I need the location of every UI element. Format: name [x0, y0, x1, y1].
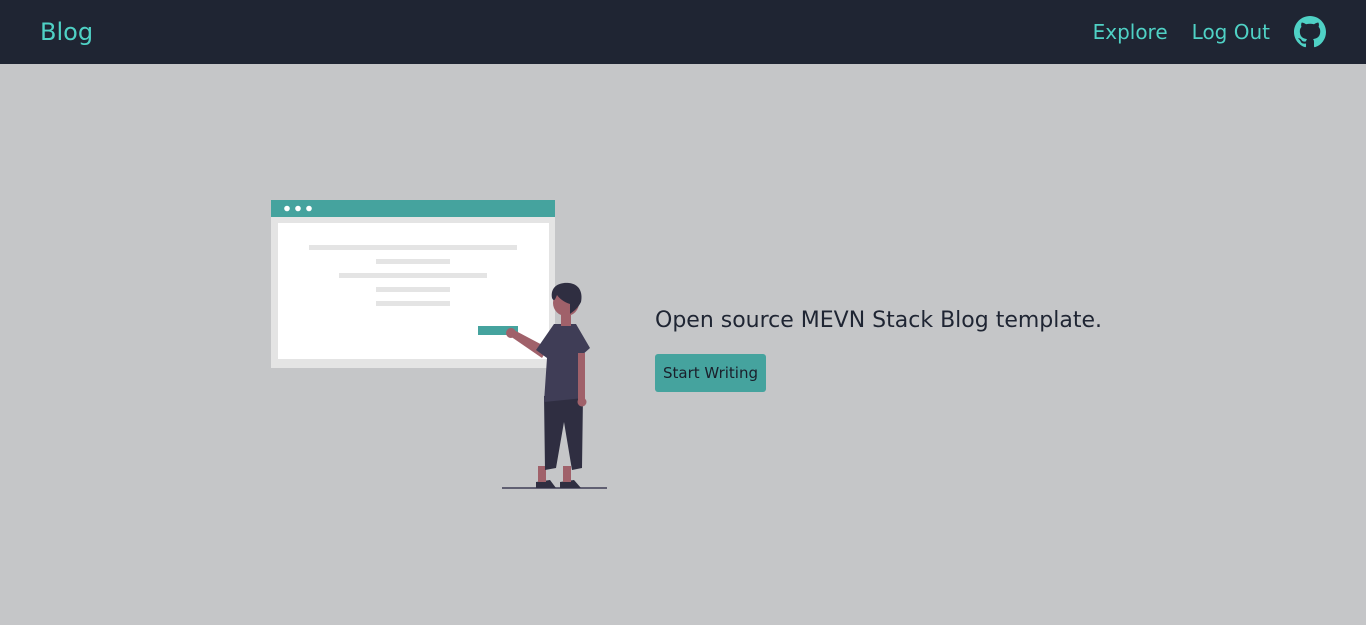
- start-writing-button[interactable]: Start Writing: [655, 354, 766, 392]
- presenter-illustration: [271, 200, 607, 489]
- github-icon: [1294, 16, 1326, 48]
- brand-link[interactable]: Blog: [40, 16, 93, 48]
- hero-text: Open source MEVN Stack Blog template. St…: [655, 306, 1102, 392]
- nav-link-log-out[interactable]: Log Out: [1192, 14, 1270, 50]
- navbar: Blog Explore Log Out: [0, 0, 1366, 64]
- nav-links: Explore Log Out: [1093, 14, 1326, 50]
- github-link[interactable]: [1270, 16, 1326, 48]
- nav-link-explore[interactable]: Explore: [1093, 14, 1168, 50]
- hero-tagline: Open source MEVN Stack Blog template.: [655, 308, 1103, 333]
